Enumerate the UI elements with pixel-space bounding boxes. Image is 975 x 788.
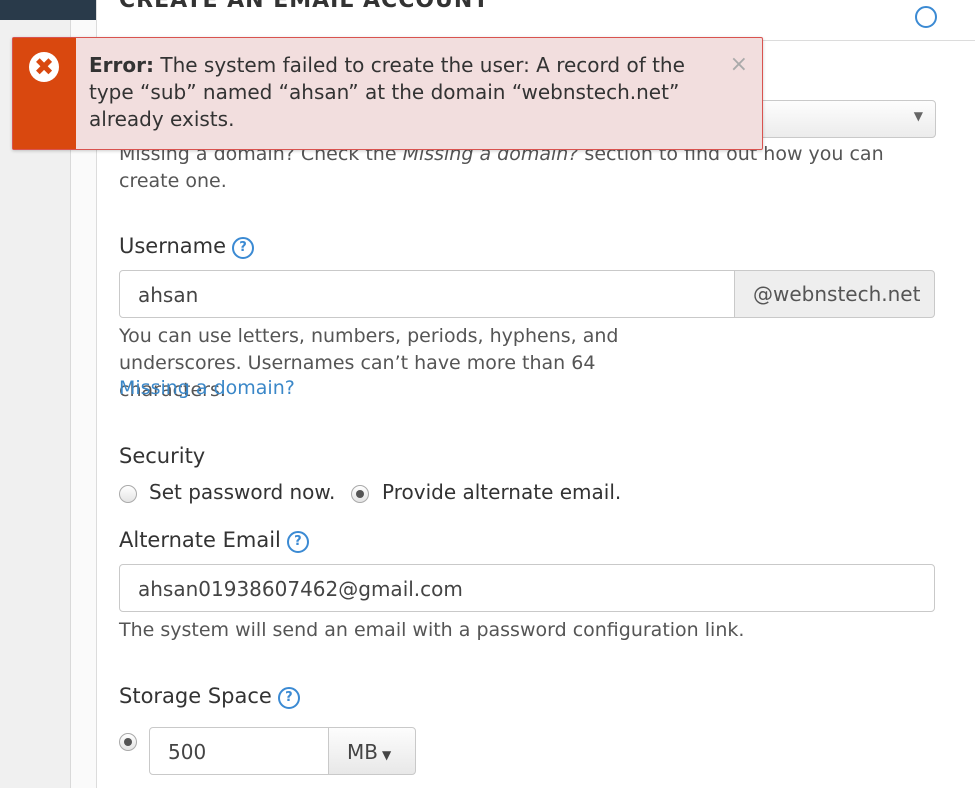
question-icon[interactable]: ?: [232, 237, 255, 259]
question-icon[interactable]: ?: [286, 531, 309, 553]
alternate-email-option-label[interactable]: Provide alternate email.: [382, 479, 621, 506]
storage-unit-label: MB: [347, 740, 378, 764]
storage-unit-dropdown[interactable]: MB ▼: [328, 727, 416, 775]
help-icon[interactable]: [915, 6, 937, 28]
chevron-down-icon: ▼: [913, 109, 923, 123]
storage-label-text: Storage Space: [119, 684, 272, 708]
username-input[interactable]: ahsan: [119, 270, 735, 318]
alternate-email-help-text: The system will send an email with a pas…: [119, 619, 745, 641]
domain-suffix-addon: @webnstech.net: [734, 270, 935, 318]
alternate-email-radio[interactable]: [351, 485, 369, 503]
panel-header: CREATE AN EMAIL ACCOUNT: [97, 0, 975, 41]
storage-custom-radio[interactable]: [119, 733, 137, 751]
caret-down-icon: ▼: [381, 748, 392, 762]
set-password-label[interactable]: Set password now.: [149, 479, 335, 506]
question-icon[interactable]: ?: [277, 687, 300, 709]
security-label: Security: [119, 444, 206, 468]
alert-message: Error: The system failed to create the u…: [89, 52, 699, 133]
storage-quota-input[interactable]: 500: [149, 727, 329, 775]
username-label: Username?: [119, 234, 255, 259]
alternate-email-label-text: Alternate Email: [119, 528, 281, 552]
username-label-text: Username: [119, 234, 227, 258]
error-alert: ✖ Error: The system failed to create the…: [12, 37, 763, 150]
alert-text: The system failed to create the user: A …: [89, 53, 685, 131]
close-icon[interactable]: ×: [730, 52, 748, 77]
alternate-email-label: Alternate Email?: [119, 528, 309, 553]
storage-label: Storage Space?: [119, 684, 300, 709]
error-x-icon: ✖: [29, 52, 59, 82]
missing-domain-link[interactable]: Missing a domain?: [119, 377, 295, 399]
alert-icon-column: ✖: [13, 38, 76, 149]
set-password-radio[interactable]: [119, 485, 137, 503]
panel-title: CREATE AN EMAIL ACCOUNT: [119, 0, 490, 13]
alternate-email-input[interactable]: ahsan01938607462@gmail.com: [119, 564, 935, 612]
alert-prefix: Error:: [89, 53, 154, 77]
